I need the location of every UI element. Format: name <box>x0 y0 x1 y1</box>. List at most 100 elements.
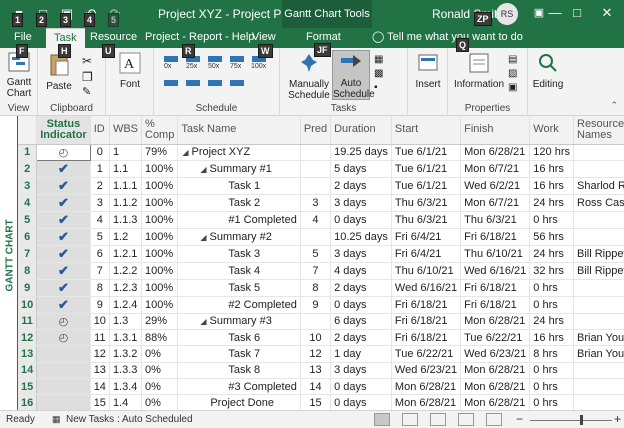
cell-start[interactable]: Tue 6/1/21 <box>391 160 462 178</box>
cell-duration[interactable]: 2 days <box>330 329 392 347</box>
cell-id[interactable]: 6 <box>90 245 110 263</box>
close-button[interactable]: ✕ <box>590 0 624 28</box>
cell-pct-comp[interactable]: 100% <box>141 262 179 280</box>
table-row[interactable]: 8 ✔ 7 1.2.2 100% Task 474 days Thu 6/10/21 Wed … <box>18 262 624 280</box>
row-number[interactable]: 12 <box>18 329 38 347</box>
manually-schedule-button[interactable]: Manually Schedule <box>286 52 332 101</box>
cell-pred[interactable]: 15 <box>300 394 332 410</box>
cell-pct-comp[interactable]: 79% <box>141 144 179 161</box>
status-indicator[interactable]: ◴ <box>36 143 91 161</box>
collapse-ribbon-icon[interactable]: ⌃ <box>610 100 618 111</box>
cell-start[interactable]: Wed 6/23/21 <box>391 362 462 379</box>
cell-duration[interactable]: 1 day <box>330 345 392 363</box>
col-duration[interactable]: Duration <box>330 116 392 145</box>
table-row[interactable]: 13 12 1.3.2 0% Task 7 12 1 day Tue 6/22/21 Wed 6… <box>18 345 624 363</box>
cell-start[interactable]: Mon 6/28/21 <box>391 378 462 396</box>
table-row[interactable]: 15 14 1.3.4 0% #3 Completed 14 0 days Mon 6/28/… <box>18 378 624 396</box>
cell-start[interactable]: Fri 6/4/21 <box>391 245 462 263</box>
cell-work[interactable]: 0 hrs <box>529 296 574 314</box>
status-indicator[interactable]: ✔ <box>36 262 91 280</box>
cell-start[interactable]: Fri 6/4/21 <box>391 228 462 246</box>
cell-duration[interactable]: 5 days <box>330 160 392 178</box>
cell-pct-comp[interactable]: 100% <box>141 211 179 229</box>
cell-pred[interactable] <box>300 160 332 178</box>
cell-start[interactable]: Fri 6/18/21 <box>391 329 462 347</box>
cell-id[interactable]: 0 <box>90 144 110 161</box>
cell-resource-names[interactable]: Ross Castillo <box>573 194 624 212</box>
collapse-triangle-icon[interactable]: ◢ <box>200 233 206 242</box>
cell-pct-comp[interactable]: 0% <box>141 394 179 410</box>
cell-duration[interactable]: 4 days <box>330 262 392 280</box>
cell-finish[interactable]: Tue 6/22/21 <box>460 329 531 347</box>
cell-pred[interactable] <box>300 144 332 161</box>
team-planner-icon[interactable] <box>430 413 446 426</box>
status-indicator[interactable]: ✔ <box>36 228 91 246</box>
cell-start[interactable]: Thu 6/3/21 <box>391 194 462 212</box>
cell-pct-comp[interactable]: 100% <box>141 228 179 246</box>
cell-wbs[interactable]: 1.3.4 <box>109 378 143 396</box>
cell-duration[interactable]: 3 days <box>330 245 392 263</box>
cell-finish[interactable]: Wed 6/2/21 <box>460 177 531 195</box>
cell-pct-comp[interactable]: 88% <box>141 329 179 347</box>
cell-resource-names[interactable] <box>573 313 624 331</box>
cell-task-name[interactable]: #3 Completed <box>177 378 301 396</box>
redo-icon[interactable]: ↷5 <box>104 5 126 27</box>
cell-resource-names[interactable] <box>573 160 624 178</box>
zoom-out-icon[interactable]: − <box>516 412 523 426</box>
cell-task-name[interactable]: Task 2 <box>177 194 301 212</box>
format-painter-icon[interactable]: ✎ <box>82 85 98 98</box>
cell-pct-comp[interactable]: 100% <box>141 160 179 178</box>
cell-finish[interactable]: Fri 6/18/21 <box>460 279 531 297</box>
cell-pred[interactable]: 5 <box>300 245 332 263</box>
cell-pred[interactable] <box>300 228 332 246</box>
cell-work[interactable]: 56 hrs <box>529 228 574 246</box>
cell-duration[interactable]: 2 days <box>330 279 392 297</box>
cell-duration[interactable]: 10.25 days <box>330 228 392 246</box>
cell-pred[interactable]: 13 <box>300 362 332 379</box>
cell-id[interactable]: 15 <box>90 394 110 410</box>
cell-start[interactable]: Fri 6/18/21 <box>391 313 462 331</box>
pct-100[interactable]: 100x <box>251 63 266 70</box>
cell-start[interactable]: Mon 6/28/21 <box>391 394 462 410</box>
table-row[interactable]: 3 ✔ 2 1.1.1 100% Task 1 2 days Tue 6/1/21 Wed 6/… <box>18 177 624 195</box>
cell-task-name[interactable]: ◢ Project XYZ <box>177 144 301 161</box>
cell-work[interactable]: 32 hrs <box>529 262 574 280</box>
cell-finish[interactable]: Mon 6/28/21 <box>460 313 531 331</box>
cell-id[interactable]: 4 <box>90 211 110 229</box>
row-number[interactable]: 2 <box>18 160 38 178</box>
undo-icon[interactable]: ↶4 <box>80 5 102 27</box>
status-indicator[interactable]: ✔ <box>36 194 91 212</box>
cell-task-name[interactable]: Task 5 <box>177 279 301 297</box>
cell-finish[interactable]: Thu 6/10/21 <box>460 245 531 263</box>
cell-wbs[interactable]: 1.2.2 <box>109 262 143 280</box>
cut-icon[interactable]: ✂ <box>82 54 98 68</box>
tab-project-report-help[interactable]: Project - Report - Help <box>145 28 254 48</box>
cell-pred[interactable]: 12 <box>300 345 332 363</box>
timeline-icon[interactable]: ▣ <box>508 82 524 94</box>
cell-wbs[interactable]: 1.3.2 <box>109 345 143 363</box>
cell-task-name[interactable]: #2 Completed <box>177 296 301 314</box>
cell-work[interactable]: 0 hrs <box>529 362 574 379</box>
status-indicator[interactable]: ✔ <box>36 177 91 195</box>
notes-icon[interactable]: ▤ <box>508 54 524 66</box>
cell-finish[interactable]: Mon 6/28/21 <box>460 394 531 410</box>
tell-me-search[interactable]: ◯ Tell me what you want to do <box>372 30 523 43</box>
cell-duration[interactable]: 0 days <box>330 296 392 314</box>
cell-id[interactable]: 9 <box>90 296 110 314</box>
cell-pred[interactable]: 10 <box>300 329 332 347</box>
cell-work[interactable]: 16 hrs <box>529 160 574 178</box>
cell-wbs[interactable]: 1.3.1 <box>109 329 143 347</box>
user-name[interactable]: Ronald Smith <box>432 7 504 21</box>
gantt-view-icon[interactable] <box>374 413 390 426</box>
row-number[interactable]: 1 <box>18 144 38 161</box>
row-number[interactable]: 10 <box>18 296 38 314</box>
open-icon[interactable]: ▣3 <box>56 5 78 27</box>
cell-task-name[interactable]: ◢ Summary #1 <box>177 160 301 178</box>
col-id[interactable]: ID <box>90 116 110 145</box>
cell-start[interactable]: Wed 6/16/21 <box>391 279 462 297</box>
copy-icon[interactable]: ❐ <box>82 70 98 84</box>
row-number[interactable]: 8 <box>18 262 38 280</box>
cell-pct-comp[interactable]: 100% <box>141 279 179 297</box>
row-number[interactable]: 7 <box>18 245 38 263</box>
cell-resource-names[interactable]: Brian Youll <box>573 345 624 363</box>
